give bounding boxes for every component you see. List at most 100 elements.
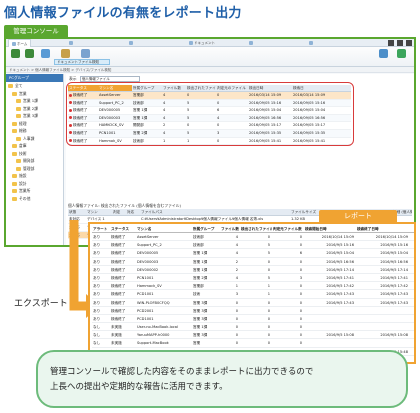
report-cell: 営業 2課 [193, 275, 208, 280]
report-row: あり 検索終了 PCN1001 営業 2課 4 5 3 2016/9/5 17:41 2016/… [92, 274, 414, 283]
tree-item[interactable]: 設計 [6, 180, 63, 188]
report-cell: 2016/9/5 16:56 [380, 259, 408, 264]
report-row: あり 検索終了 DEV000002 営業 1課 2 0 0 2016/9/5 17:14 201… [92, 266, 414, 274]
column-header[interactable]: 対応 [126, 209, 140, 215]
report-cell: 0 [299, 243, 302, 248]
tree-item[interactable]: 人事課 [6, 135, 63, 143]
settings-button[interactable] [376, 49, 390, 59]
report-cell: WIN-PLOFB0CFQQ [137, 300, 170, 305]
report-cell: 0 [299, 333, 302, 338]
report-cell: あり [93, 243, 101, 248]
report-cell: 営業 1課 [193, 267, 208, 272]
ribbon-tab-6[interactable] [306, 39, 317, 47]
report-cell: 0 [235, 333, 238, 338]
report-row: なし 未実施 User-no-MacBook-local 営業 1課 0 0 0 [92, 323, 414, 332]
column-header[interactable]: 判定 [112, 209, 126, 215]
report-cell: なし [93, 333, 101, 338]
tree-item[interactable]: 倉庫 [6, 142, 63, 150]
tree-item[interactable]: 管理部 [6, 165, 63, 173]
tree-item[interactable]: 営業 1課 [6, 97, 63, 105]
tree-item[interactable]: 総務 [6, 127, 63, 135]
report-cell: 営業部 [193, 284, 204, 289]
report-cell [356, 323, 410, 330]
report-cell [356, 339, 410, 346]
document-detect-button[interactable]: ドキュメントファイル検知 [54, 59, 110, 65]
tree-item[interactable]: 開発部 [6, 157, 63, 165]
report-cell [356, 307, 410, 314]
maximize-button[interactable] [397, 40, 403, 46]
report-cell: 0 [235, 316, 238, 321]
tree-item-label: 技術 [19, 150, 27, 156]
tree-item-label: その他 [19, 195, 31, 201]
tree-item-label: 営業 1課 [23, 98, 39, 103]
tree-item[interactable]: 経理 [6, 120, 63, 128]
breadcrumb: ドキュメント > 個人情報ファイル検知 > デバイス/ファイル検知 [6, 67, 414, 73]
tree-item[interactable]: 営業 [6, 90, 63, 98]
report-cell: あり [93, 251, 101, 256]
report-cell: 営業 1課 [193, 251, 208, 256]
tree-item[interactable]: 技術 [6, 150, 63, 158]
report-cell: 0 [267, 235, 270, 239]
refresh-button[interactable] [38, 49, 52, 59]
column-header[interactable]: 状態 [68, 209, 86, 215]
folder-icon [12, 91, 17, 96]
report-cell: 0 [299, 300, 302, 305]
tree-item[interactable]: 全て [6, 82, 63, 90]
report-cell: 2016/9/5 17:43 [326, 292, 354, 297]
report-table: アラートステータス マシン名 所属グループ ファイル数検出されたファイル数判定元ファイ… [92, 226, 414, 356]
back-button[interactable] [8, 49, 22, 59]
report-cell: 未実施 [111, 325, 122, 330]
report-row: あり 検索終了 PCD2001 営業 3課 0 0 0 [92, 307, 414, 315]
tree-item[interactable]: 営業 3課 [6, 112, 63, 120]
report-cell: 検索終了 [111, 235, 126, 239]
tree-item[interactable]: 営業 2課 [6, 105, 63, 113]
report-cell: 2016/9/5 17:41 [326, 275, 354, 280]
report-cell: PCD2001 [137, 308, 154, 313]
ribbon-toolbar: ドキュメントファイル検知 [6, 47, 414, 67]
report-cell: Support-MacBook [137, 341, 169, 346]
device-button[interactable] [58, 49, 72, 59]
close-button[interactable] [406, 40, 412, 46]
minimize-button[interactable] [388, 40, 394, 46]
report-cell: 5 [267, 251, 270, 256]
search-button[interactable] [78, 49, 92, 59]
report-row: あり 検索終了 Hammock_SV 営業部 1 1 0 2016/9/5 17:42 2016… [92, 282, 414, 291]
ribbon-tab-document[interactable]: ドキュメント [186, 39, 218, 47]
tree-item[interactable]: 営業所 [6, 187, 63, 195]
report-cell: User-no-MacBook-local [137, 325, 178, 330]
ribbon-tab-2[interactable] [66, 39, 77, 47]
report-cell [304, 339, 356, 346]
report-column-header: マシン名 [137, 227, 152, 231]
tree-item-label: 営業所 [19, 188, 31, 193]
report-cell: 4 [235, 275, 238, 280]
ribbon-tab-5[interactable] [246, 39, 257, 47]
tree-item[interactable]: 施設 [6, 172, 63, 180]
report-cell: DEV000005 [137, 251, 159, 256]
report-cell: 未実施 [111, 333, 122, 338]
ribbon-tab-3[interactable] [126, 39, 137, 47]
search-icon [80, 49, 90, 58]
folder-icon [16, 136, 21, 141]
report-cell: 営業 1課 [193, 259, 208, 264]
tree-item-label: 総務 [19, 128, 27, 133]
folder-icon [12, 189, 17, 193]
report-row: あり 検索終了 AssetServer 技術部 4 0 0 2016/10/14 15:09 2… [92, 233, 414, 242]
forward-button[interactable] [22, 49, 36, 59]
help-button[interactable] [394, 49, 408, 59]
ribbon-tab-home[interactable]: ホーム [8, 39, 32, 47]
caption-line-1: 管理コンソールで確認した内容をそのままレポートに出力できるので [50, 367, 314, 377]
report-cell: 0 [299, 235, 302, 239]
column-header[interactable]: マシン [86, 209, 112, 215]
tree-item[interactable]: その他 [6, 195, 63, 203]
report-cell: 検索終了 [111, 292, 126, 297]
tab-icon [129, 41, 133, 45]
report-cell: DEV000002 [137, 267, 159, 272]
column-header[interactable]: ファイルパス [140, 209, 290, 215]
back-arrow-icon [10, 49, 20, 58]
tree-item-label: 営業 3課 [23, 113, 39, 118]
report-column-header: 検出されたファイル数 [241, 227, 272, 231]
report-cell [304, 307, 356, 314]
report-cell: 0 [267, 333, 270, 338]
forward-arrow-icon [24, 49, 34, 58]
tree-item-label: 人事課 [23, 135, 35, 141]
